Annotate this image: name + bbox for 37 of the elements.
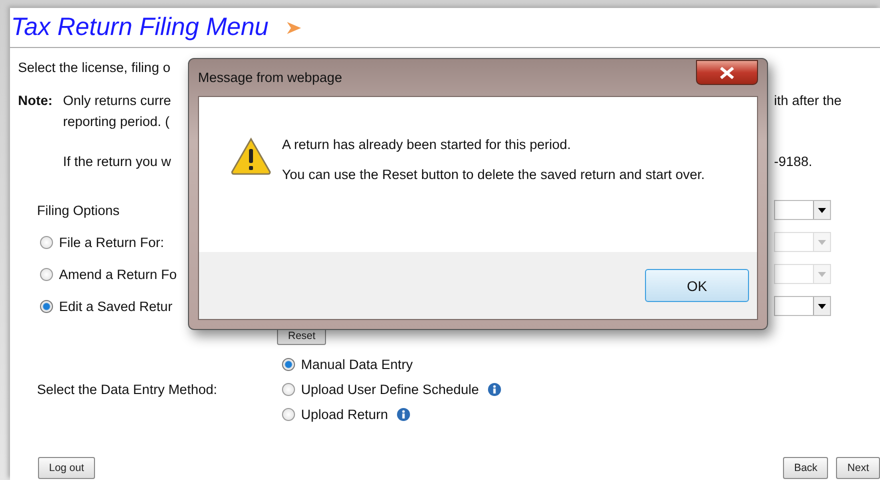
intro-text: Select the license, filing o [18,60,170,74]
radio-button[interactable] [282,358,295,370]
section-label: Filing Options [37,202,120,218]
radio-button[interactable] [282,382,295,396]
chevron-icon [286,22,301,34]
option-label: File a Return For: [59,234,164,250]
option-label: Upload Return [301,406,388,422]
ok-button[interactable]: OK [645,269,749,302]
phone-text: -9188. [774,154,812,168]
logout-button[interactable]: Log out [38,457,96,479]
dialog-message: A return has already been started for this period. [282,136,572,154]
next-button[interactable]: Next [836,457,880,479]
option-label: Manual Data Entry [301,356,413,372]
option-label: Amend a Return Fo [59,266,177,282]
data-entry-label: Select the Data Entry Method: [37,382,218,396]
info-icon[interactable] [397,408,410,420]
close-icon [719,66,735,78]
close-button[interactable] [696,60,758,85]
dialog-title: Message from webpage [198,70,342,85]
note-text: If the return you w [63,154,172,168]
info-icon[interactable] [488,382,501,396]
page-title: Tax Return Filing Menu [11,13,269,42]
option-label: Edit a Saved Retur [59,298,172,314]
radio-button[interactable] [40,268,53,280]
note-text: Only returns curre [63,92,172,108]
note-label: Note: [18,92,54,108]
note-text: reporting period. ( [63,114,170,128]
warning-icon [230,137,272,175]
dropdown[interactable] [774,200,831,220]
back-button[interactable]: Back [783,457,828,479]
note-text: ith after the [774,92,842,108]
radio-button[interactable] [40,236,53,248]
dialog-message: You can use the Reset button to delete the saved return and start over. [282,166,706,184]
radio-button[interactable] [40,300,53,312]
radio-button[interactable] [282,408,295,420]
dropdown[interactable] [774,296,831,316]
option-label: Upload User Define Schedule [301,382,479,396]
